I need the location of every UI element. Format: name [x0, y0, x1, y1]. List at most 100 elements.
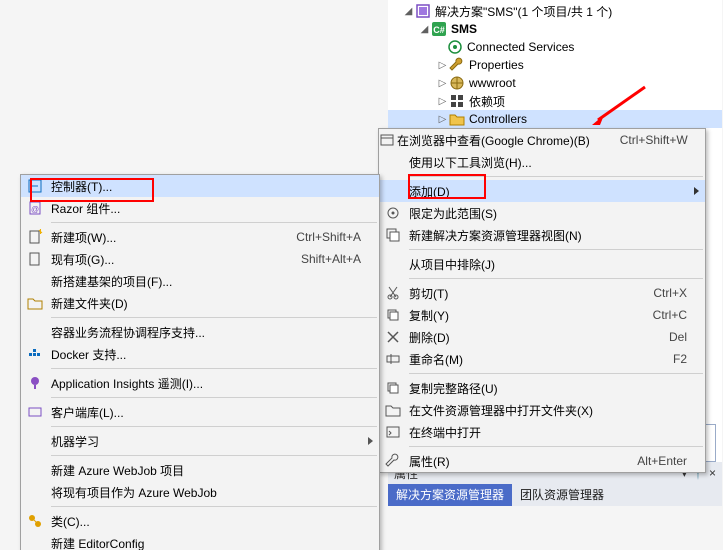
menu-label: 机器学习 — [51, 433, 99, 450]
existing-item-icon — [27, 251, 43, 267]
menu-new-folder[interactable]: 新建文件夹(D) — [21, 292, 379, 314]
menu-label: Docker 支持... — [51, 346, 126, 363]
menu-separator — [51, 455, 377, 456]
menu-existing-item[interactable]: 现有项(G)... Shift+Alt+A — [21, 248, 379, 270]
menu-accel: Ctrl+C — [653, 308, 687, 322]
menu-new-azure-webjob[interactable]: 新建 Azure WebJob 项目 — [21, 459, 379, 481]
menu-scope-to-this[interactable]: 限定为此范围(S) — [379, 202, 705, 224]
delete-icon — [385, 329, 401, 345]
tree-label: 依赖项 — [469, 93, 505, 110]
razor-icon: @ — [27, 200, 43, 216]
menu-open-in-file-explorer[interactable]: 在文件资源管理器中打开文件夹(X) — [379, 399, 705, 421]
connected-services-icon — [447, 39, 463, 55]
menu-scaffolded-item[interactable]: 新搭建基架的项目(F)... — [21, 270, 379, 292]
menu-container-orchestrator[interactable]: 容器业务流程协调程序支持... — [21, 321, 379, 343]
add-submenu: 控制器(T)... @ Razor 组件... 新建项(W)... Ctrl+S… — [20, 174, 380, 550]
menu-label: 复制(Y) — [409, 307, 449, 324]
menu-label: 新建解决方案资源管理器视图(N) — [409, 227, 582, 244]
menu-label: 在浏览器中查看(Google Chrome)(B) — [397, 132, 590, 149]
menu-new-editorconfig[interactable]: 新建 EditorConfig — [21, 532, 379, 550]
menu-add-controller[interactable]: 控制器(T)... — [21, 175, 379, 197]
menu-label: 新建项(W)... — [51, 229, 116, 246]
copy-path-icon — [385, 380, 401, 396]
csharp-project-icon: C# — [431, 21, 447, 37]
menu-add[interactable]: 添加(D) — [379, 180, 705, 202]
menu-open-in-terminal[interactable]: 在终端中打开 — [379, 421, 705, 443]
menu-new-item[interactable]: 新建项(W)... Ctrl+Shift+A — [21, 226, 379, 248]
menu-cut[interactable]: 剪切(T) Ctrl+X — [379, 282, 705, 304]
menu-copy[interactable]: 复制(Y) Ctrl+C — [379, 304, 705, 326]
menu-separator — [51, 506, 377, 507]
menu-label: 剪切(T) — [409, 285, 448, 302]
menu-accel: Ctrl+Shift+W — [620, 133, 688, 147]
tab-solution-explorer[interactable]: 解决方案资源管理器 — [388, 484, 512, 506]
menu-separator — [51, 317, 377, 318]
menu-label: 新建文件夹(D) — [51, 295, 128, 312]
context-menu: 在浏览器中查看(Google Chrome)(B) Ctrl+Shift+W 使… — [378, 128, 706, 473]
menu-label: 控制器(T)... — [51, 178, 112, 195]
expander-icon[interactable]: ▷ — [436, 78, 449, 89]
menu-existing-azure-webjob[interactable]: 将现有项目作为 Azure WebJob — [21, 481, 379, 503]
tree-solution-root[interactable]: ◢ 解决方案"SMS"(1 个项目/共 1 个) — [388, 2, 722, 20]
menu-separator — [51, 426, 377, 427]
menu-label: 删除(D) — [409, 329, 450, 346]
menu-label: 客户端库(L)... — [51, 404, 124, 421]
tree-label: Connected Services — [467, 40, 574, 54]
expander-icon[interactable]: ▷ — [436, 114, 449, 125]
app-insights-icon — [27, 375, 43, 391]
menu-separator — [51, 222, 377, 223]
docker-icon — [27, 346, 43, 362]
menu-add-razor-component[interactable]: @ Razor 组件... — [21, 197, 379, 219]
menu-browse-with[interactable]: 使用以下工具浏览(H)... — [379, 151, 705, 173]
globe-folder-icon — [449, 75, 465, 91]
menu-copy-full-path[interactable]: 复制完整路径(U) — [379, 377, 705, 399]
menu-label: Razor 组件... — [51, 200, 120, 217]
menu-label: 新建 EditorConfig — [51, 535, 144, 550]
expander-icon[interactable]: ▷ — [436, 96, 449, 107]
tree-connected-services[interactable]: Connected Services — [388, 38, 722, 56]
expander-icon[interactable]: ◢ — [418, 24, 431, 35]
rename-icon — [385, 351, 401, 367]
menu-new-solution-view[interactable]: 新建解决方案资源管理器视图(N) — [379, 224, 705, 246]
menu-properties[interactable]: 属性(R) Alt+Enter — [379, 450, 705, 472]
expander-icon[interactable]: ▷ — [436, 60, 449, 71]
copy-icon — [385, 307, 401, 323]
tree-wwwroot[interactable]: ▷ wwwroot — [388, 74, 722, 92]
expander-icon[interactable]: ◢ — [402, 6, 415, 17]
menu-label: 复制完整路径(U) — [409, 380, 498, 397]
controller-icon — [27, 178, 43, 194]
tree-project-sms[interactable]: ◢ C# SMS — [388, 20, 722, 38]
menu-docker-support[interactable]: Docker 支持... — [21, 343, 379, 365]
menu-label: Application Insights 遥测(I)... — [51, 375, 203, 392]
menu-label: 将现有项目作为 Azure WebJob — [51, 484, 217, 501]
file-explorer-icon — [385, 402, 401, 418]
menu-rename[interactable]: 重命名(M) F2 — [379, 348, 705, 370]
menu-accel: Alt+Enter — [637, 454, 687, 468]
menu-label: 现有项(G)... — [51, 251, 114, 268]
menu-label: 容器业务流程协调程序支持... — [51, 324, 205, 341]
terminal-icon — [385, 424, 401, 440]
tree-dependencies[interactable]: ▷ 依赖项 — [388, 92, 722, 110]
tab-team-explorer[interactable]: 团队资源管理器 — [512, 484, 612, 506]
menu-label: 新建 Azure WebJob 项目 — [51, 462, 184, 479]
new-folder-icon — [27, 295, 43, 311]
solution-tree: ◢ 解决方案"SMS"(1 个项目/共 1 个) ◢ C# SMS Connec… — [388, 0, 722, 128]
menu-view-in-browser[interactable]: 在浏览器中查看(Google Chrome)(B) Ctrl+Shift+W — [379, 129, 705, 151]
menu-label: 新搭建基架的项目(F)... — [51, 273, 172, 290]
scope-icon — [385, 205, 401, 221]
tree-properties[interactable]: ▷ Properties — [388, 56, 722, 74]
menu-separator — [409, 446, 703, 447]
menu-separator — [409, 249, 703, 250]
client-library-icon — [27, 404, 43, 420]
explorer-tabstrip: 解决方案资源管理器 团队资源管理器 — [388, 484, 722, 506]
menu-label: 在文件资源管理器中打开文件夹(X) — [409, 402, 593, 419]
menu-delete[interactable]: 删除(D) Del — [379, 326, 705, 348]
menu-client-library[interactable]: 客户端库(L)... — [21, 401, 379, 423]
menu-exclude[interactable]: 从项目中排除(J) — [379, 253, 705, 275]
menu-machine-learning[interactable]: 机器学习 — [21, 430, 379, 452]
menu-label: 类(C)... — [51, 513, 90, 530]
tree-controllers[interactable]: ▷ Controllers — [388, 110, 722, 128]
wrench-icon — [449, 57, 465, 73]
menu-add-class[interactable]: 类(C)... — [21, 510, 379, 532]
menu-app-insights[interactable]: Application Insights 遥测(I)... — [21, 372, 379, 394]
